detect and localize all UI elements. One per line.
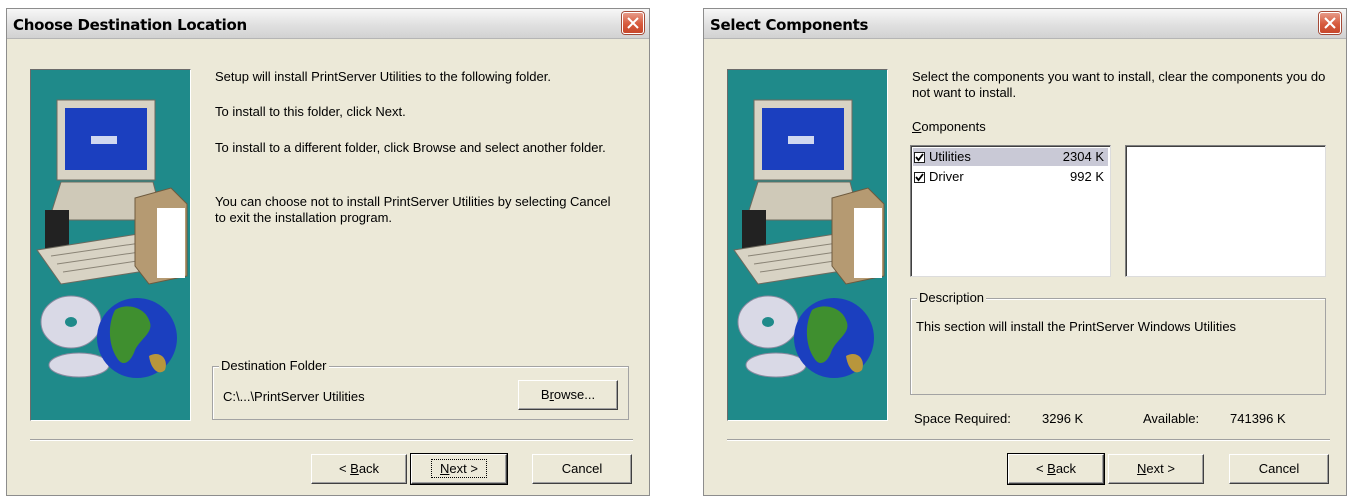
- description-text: This section will install the PrintServe…: [916, 319, 1237, 334]
- description-label: Description: [917, 290, 987, 305]
- checkmark-icon: [915, 173, 924, 182]
- instruction-browse-text: To install to a different folder, click …: [215, 140, 606, 155]
- list-item[interactable]: Utilities 2304 K: [913, 148, 1108, 166]
- close-button[interactable]: [1319, 12, 1341, 34]
- instruction-cancel-text: You can choose not to install PrintServe…: [215, 194, 611, 225]
- space-required-label: Space Required:: [914, 411, 1011, 426]
- setup-illustration: [727, 69, 888, 421]
- separator: [30, 439, 633, 441]
- title-bar[interactable]: Choose Destination Location: [7, 9, 649, 39]
- list-item[interactable]: Driver 992 K: [913, 168, 1108, 186]
- separator: [727, 439, 1330, 441]
- checkmark-icon: [915, 153, 924, 162]
- instruction-next-text: To install to this folder, click Next.: [215, 104, 406, 119]
- components-label: Components: [912, 119, 986, 134]
- cancel-button[interactable]: Cancel: [1229, 454, 1329, 484]
- next-button[interactable]: Next >: [1108, 454, 1204, 484]
- next-button[interactable]: Next >: [410, 453, 508, 485]
- component-name: Driver: [929, 169, 964, 184]
- destination-folder-group: Destination Folder C:\...\PrintServer Ut…: [212, 358, 629, 420]
- back-button[interactable]: < Back: [1007, 453, 1105, 485]
- intro-text: Select the components you want to instal…: [912, 69, 1326, 100]
- available-value: 741396 K: [1230, 411, 1286, 426]
- setup-illustration: [30, 69, 191, 421]
- components-list[interactable]: Utilities 2304 K Driver 992 K: [910, 145, 1111, 277]
- component-size: 2304 K: [1062, 149, 1104, 164]
- intro-text: Setup will install PrintServer Utilities…: [215, 69, 551, 84]
- choose-destination-dialog: Choose Destination Location Setup will i…: [6, 8, 650, 496]
- close-icon: [1324, 17, 1336, 29]
- title-bar[interactable]: Select Components: [704, 9, 1346, 39]
- component-size: 992 K: [1070, 169, 1104, 184]
- subcomponents-list[interactable]: [1125, 145, 1326, 277]
- destination-path: C:\...\PrintServer Utilities: [223, 389, 365, 404]
- select-components-dialog: Select Components Select the components …: [703, 8, 1347, 496]
- cancel-button[interactable]: Cancel: [532, 454, 632, 484]
- computer-globe-icon: [36, 99, 188, 378]
- browse-button[interactable]: Browse...: [518, 380, 618, 410]
- description-group: Description This section will install th…: [910, 290, 1326, 395]
- focus-rect: Next >: [431, 459, 487, 478]
- dialog-title: Select Components: [710, 16, 869, 34]
- back-button[interactable]: < Back: [311, 454, 407, 484]
- component-name: Utilities: [929, 149, 971, 164]
- checkbox[interactable]: [914, 172, 925, 183]
- close-button[interactable]: [622, 12, 644, 34]
- close-icon: [627, 17, 639, 29]
- dialog-title: Choose Destination Location: [13, 16, 247, 34]
- checkbox[interactable]: [914, 152, 925, 163]
- space-required-value: 3296 K: [1042, 411, 1084, 426]
- available-label: Available:: [1143, 411, 1200, 426]
- destination-folder-label: Destination Folder: [219, 358, 329, 373]
- computer-globe-icon: [733, 99, 885, 378]
